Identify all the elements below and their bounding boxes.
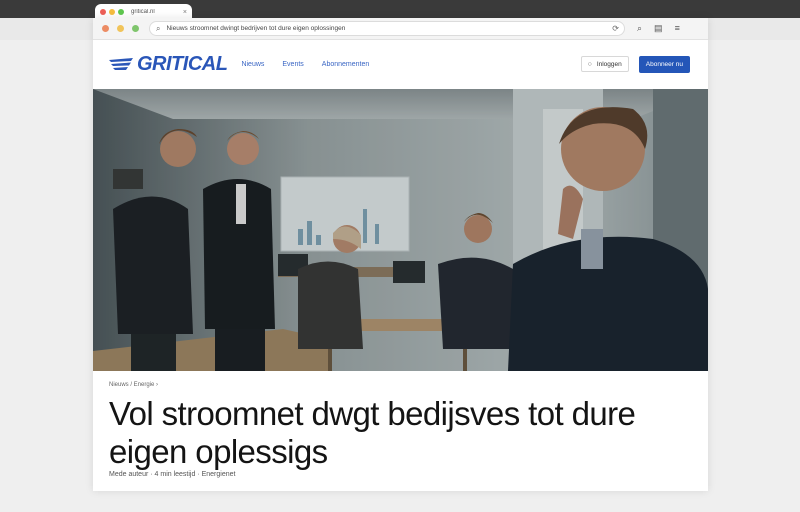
breadcrumb[interactable]: Nieuws / Energie › <box>109 382 158 388</box>
site-logo[interactable]: GRITICAL <box>109 52 228 76</box>
user-icon: ○ <box>587 60 592 68</box>
office-meeting-photo <box>93 89 708 371</box>
site-header: GRITICAL Nieuws Events Abonnementen ○ In… <box>93 40 708 88</box>
hero-image <box>93 89 708 371</box>
login-button[interactable]: ○ Inloggen <box>580 56 629 72</box>
window-minimize-icon[interactable] <box>117 25 124 32</box>
search-icon: ⌕ <box>156 23 161 33</box>
logo-text: GRITICAL <box>137 52 228 75</box>
main-nav: Nieuws Events Abonnementen <box>241 61 369 68</box>
browser-window: ⌕ Nieuws stroomnet dwingt bedrijven tot … <box>93 18 708 491</box>
window-controls <box>102 25 139 32</box>
window-maximize-icon[interactable] <box>132 25 139 32</box>
nav-item-subscriptions[interactable]: Abonnementen <box>322 61 369 68</box>
tab-close-icon[interactable]: × <box>183 9 187 16</box>
toolbar-icons: ⌕ ▤ ≡ <box>637 23 680 34</box>
bookmark-icon[interactable]: ▤ <box>654 23 663 34</box>
address-bar[interactable]: ⌕ Nieuws stroomnet dwingt bedrijven tot … <box>149 21 625 36</box>
logo-wing-icon <box>109 57 135 71</box>
login-label: Inloggen <box>596 60 622 68</box>
nav-item-events[interactable]: Events <box>282 61 303 68</box>
browser-toolbar: ⌕ Nieuws stroomnet dwingt bedrijven tot … <box>93 18 708 40</box>
zoom-icon[interactable]: ⌕ <box>637 23 642 34</box>
menu-icon[interactable]: ≡ <box>675 23 680 34</box>
subscribe-button[interactable]: Abonneer nu <box>638 55 690 73</box>
url-text[interactable]: Nieuws stroomnet dwingt bedrijven tot du… <box>166 25 606 32</box>
header-actions: ○ Inloggen Abonneer nu <box>580 55 690 73</box>
window-close-icon[interactable] <box>102 25 109 32</box>
reload-icon[interactable]: ⟳ <box>612 24 619 33</box>
minimize-dot-icon[interactable] <box>109 9 115 15</box>
article-headline: Vol stroomnet dwgt bedijsves tot dure ei… <box>109 395 636 470</box>
nav-item-news[interactable]: Nieuws <box>241 61 264 68</box>
maximize-dot-icon[interactable] <box>118 9 124 15</box>
close-dot-icon[interactable] <box>100 9 106 15</box>
article-meta: Mede auteur · 4 min leestijd · Energiene… <box>109 471 236 478</box>
tab-title: gritical.nl <box>131 9 155 15</box>
